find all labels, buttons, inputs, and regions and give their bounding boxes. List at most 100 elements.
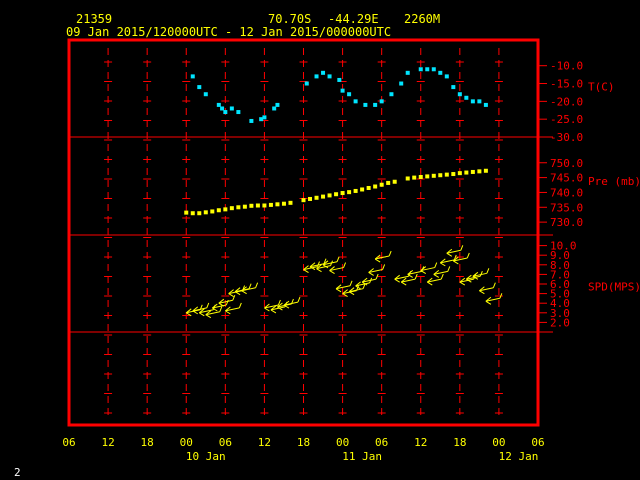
temp-point xyxy=(418,67,423,72)
x-day-label: 10 Jan xyxy=(186,450,226,463)
wind-barb xyxy=(225,302,242,315)
temp-point xyxy=(457,92,462,97)
pressure-y-tick-label: 740.0 xyxy=(550,186,583,199)
x-tick-label: 06 xyxy=(531,436,544,449)
meteogram-chart: 06 12 18 00 06 12 18 00 06 12 18 00 0610 Jan 11 Jan 12… xyxy=(62,38,640,463)
temp-point xyxy=(327,74,332,79)
pressure-point xyxy=(236,205,241,210)
pressure-point xyxy=(386,180,391,185)
x-tick-label: 06 xyxy=(375,436,388,449)
x-tick-label: 06 xyxy=(62,436,75,449)
temp-y-tick-label: -30.0 xyxy=(550,131,583,144)
x-tick-label: 18 xyxy=(141,436,154,449)
pressure-point xyxy=(353,188,358,193)
pressure-point xyxy=(444,172,449,177)
x-tick-label: 12 xyxy=(101,436,114,449)
temp-point xyxy=(220,106,225,111)
pressure-point xyxy=(451,172,456,177)
x-tick-label: 12 xyxy=(414,436,427,449)
temp-point xyxy=(347,92,352,97)
pressure-point xyxy=(190,211,195,216)
pressure-axis-label: Pre (mb) xyxy=(588,175,640,188)
pressure-point xyxy=(249,203,254,208)
pressure-point xyxy=(347,190,352,195)
temp-point xyxy=(477,99,482,104)
wind-axis-label: SPD(MPS) xyxy=(588,281,640,294)
x-day-label: 12 Jan xyxy=(499,450,539,463)
temp-point xyxy=(337,77,342,82)
temp-point xyxy=(405,70,410,75)
temp-point xyxy=(399,81,404,86)
pressure-y-tick-label: 745.0 xyxy=(550,172,583,185)
pressure-point xyxy=(223,207,228,212)
temp-point xyxy=(272,106,277,111)
pressure-point xyxy=(373,184,378,189)
x-tick-label: 18 xyxy=(453,436,466,449)
temp-point xyxy=(262,115,267,120)
wind-barb xyxy=(335,280,353,293)
wind-barb xyxy=(485,293,503,305)
pressure-point xyxy=(477,169,482,174)
temp-point xyxy=(438,70,443,75)
x-tick-label: 18 xyxy=(297,436,310,449)
pressure-point xyxy=(275,202,280,207)
pressure-point xyxy=(360,187,365,192)
temp-point xyxy=(275,102,280,107)
wind-barb xyxy=(322,256,340,269)
pressure-point xyxy=(438,173,443,178)
temp-point xyxy=(389,92,394,97)
pressure-point xyxy=(483,168,488,173)
pressure-point xyxy=(301,198,306,203)
temp-axis-label: T(C) xyxy=(588,81,615,94)
x-tick-label: 00 xyxy=(336,436,349,449)
pressure-point xyxy=(464,170,469,175)
pressure-point xyxy=(216,208,221,213)
pressure-point xyxy=(242,204,247,209)
temp-point xyxy=(340,88,345,93)
pressure-point xyxy=(470,169,475,174)
x-tick-label: 00 xyxy=(492,436,505,449)
pressure-point xyxy=(281,201,286,206)
pressure-point xyxy=(255,203,260,208)
temp-point xyxy=(470,99,475,104)
pressure-point xyxy=(262,203,267,208)
pressure-point xyxy=(327,193,332,198)
wind-barb xyxy=(407,266,425,278)
pressure-point xyxy=(288,200,293,205)
pressure-point xyxy=(425,174,430,179)
temp-point xyxy=(373,102,378,107)
wind-barb xyxy=(479,282,496,295)
temp-point xyxy=(431,67,436,72)
pressure-y-tick-label: 750.0 xyxy=(550,157,583,170)
pressure-y-tick-label: 730.0 xyxy=(550,216,583,229)
pressure-point xyxy=(229,206,234,211)
pressure-point xyxy=(334,192,339,197)
temp-point xyxy=(216,102,221,107)
wind-barb xyxy=(368,264,386,276)
x-tick-label: 06 xyxy=(219,436,232,449)
temp-point xyxy=(379,99,384,104)
pressure-point xyxy=(210,209,215,214)
temp-point xyxy=(203,92,208,97)
temp-point xyxy=(321,70,326,75)
pressure-point xyxy=(340,191,345,196)
temp-point xyxy=(363,102,368,107)
pressure-point xyxy=(392,179,397,184)
temp-point xyxy=(190,74,195,79)
pressure-point xyxy=(379,182,384,187)
temp-point xyxy=(353,99,358,104)
wind-barb xyxy=(446,245,464,257)
temp-point xyxy=(464,95,469,100)
pressure-point xyxy=(412,175,417,180)
x-day-label: 11 Jan xyxy=(342,450,382,463)
pressure-point xyxy=(321,194,326,199)
pressure-y-tick-label: 735.0 xyxy=(550,201,583,214)
x-tick-label: 12 xyxy=(258,436,271,449)
temp-point xyxy=(229,106,234,111)
wind-barb xyxy=(420,262,438,274)
temp-y-tick-label: -20.0 xyxy=(550,95,583,108)
wind-barb xyxy=(329,262,347,274)
wind-y-tick-label: 10.0 xyxy=(550,240,577,253)
temp-point xyxy=(444,74,449,79)
pressure-point xyxy=(203,210,208,215)
